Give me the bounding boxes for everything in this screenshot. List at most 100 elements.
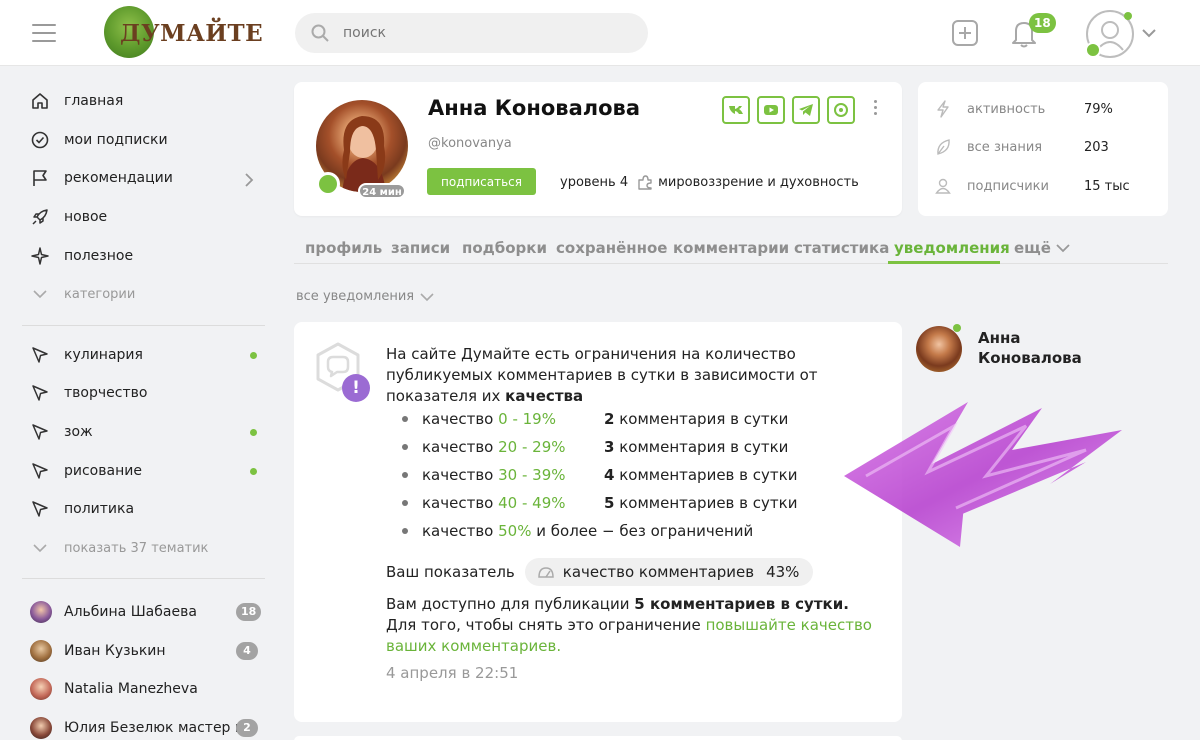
tab-notifications[interactable]: уведомления [894, 239, 1010, 257]
stats-card: активность 79% все знания 203 подписчики… [918, 82, 1168, 216]
chevron-down-icon [30, 538, 50, 558]
level-label: уровень 4 [560, 174, 629, 190]
notification-text: На сайте Думайте есть ограничения на кол… [386, 344, 876, 407]
notifications-filter[interactable]: все уведомления [296, 289, 434, 304]
flag-icon [30, 168, 50, 188]
user-avatar[interactable] [1085, 10, 1134, 58]
list-item: качество 40 - 49% 5 комментариев в сутки [386, 490, 806, 518]
stat-subscribers: подписчики 15 тыс [934, 174, 1154, 198]
tab-collections[interactable]: подборки [462, 239, 547, 257]
dzen-icon[interactable] [827, 96, 855, 124]
vk-icon[interactable] [722, 96, 750, 124]
cursor-arrow-icon [30, 422, 50, 442]
tab-more-label: ещё [1014, 239, 1051, 257]
stat-value: 15 тыс [1084, 178, 1130, 194]
sidebar-item-subscriptions[interactable]: мои подписки [30, 125, 168, 155]
tab-saved[interactable]: сохранённое [556, 239, 667, 257]
top-bar: ДУМАЙТЕ 18 [0, 0, 1200, 66]
search-bar[interactable] [295, 13, 648, 53]
sidebar-topic[interactable]: кулинария [30, 340, 143, 370]
online-dot [1124, 12, 1132, 20]
sidebar-item-label: мои подписки [64, 132, 168, 148]
puzzle-icon [638, 175, 652, 190]
notification-card: ! На сайте Думайте есть ограничения на к… [294, 322, 902, 722]
tab-statistics[interactable]: статистика [794, 239, 889, 257]
sidebar-topic[interactable]: зож [30, 417, 93, 447]
topic-new-dot [250, 468, 257, 475]
profile-tabs: профиль записи подборки сохранённое комм… [294, 230, 1168, 264]
social-links [722, 96, 862, 124]
sidebar: главная мои подписки рекомендации новое … [0, 66, 285, 740]
avatar [30, 640, 52, 662]
site-logo[interactable]: ДУМАЙТЕ [104, 6, 263, 60]
home-icon [30, 91, 50, 111]
stat-label: все знания [967, 139, 1043, 155]
topic-new-dot [250, 429, 257, 436]
list-item: качество 30 - 39% 4 комментариев в сутки [386, 462, 806, 490]
subscribe-button[interactable]: подписаться [427, 168, 536, 195]
sidebar-topic[interactable]: творчество [30, 378, 147, 408]
tab-posts[interactable]: записи [391, 239, 450, 257]
add-post-button[interactable] [952, 20, 978, 46]
online-time-badge: 24 мин [358, 183, 406, 199]
sidebar-person[interactable]: Юлия Безелюк мастер к... [30, 713, 257, 740]
notification-date: 4 апреля в 22:51 [386, 664, 519, 682]
chevron-down-icon[interactable] [1142, 28, 1156, 38]
comment-limit-icon: ! [310, 340, 370, 402]
user-icon [934, 178, 952, 194]
youtube-icon[interactable] [757, 96, 785, 124]
sidebar-item-label: рекомендации [64, 170, 173, 186]
tab-profile[interactable]: профиль [305, 239, 382, 257]
person-name: Альбина Шабаева [64, 604, 197, 620]
sidebar-item-useful[interactable]: полезное [30, 241, 133, 271]
sidebar-item-home[interactable]: главная [30, 86, 123, 116]
sparkle-icon [30, 246, 50, 266]
notifications-badge[interactable]: 18 [1029, 13, 1056, 33]
profile-card: 24 мин Анна Коновалова @konovanya подпис… [294, 82, 902, 216]
topic-label: политика [64, 501, 135, 517]
online-dot [953, 324, 961, 332]
sidebar-divider [22, 325, 265, 326]
categories-toggle[interactable]: категории [30, 279, 135, 309]
gauge-icon [538, 567, 554, 578]
menu-icon[interactable] [32, 24, 56, 42]
stat-value: 203 [1084, 139, 1109, 155]
rocket-icon [30, 207, 50, 227]
sidebar-topic[interactable]: политика [30, 494, 134, 524]
sidebar-item-label: главная [64, 93, 124, 109]
sidebar-topic[interactable]: рисование [30, 456, 142, 486]
chevron-down-icon [30, 284, 50, 304]
categories-label: категории [64, 286, 136, 302]
list-item: качество 50% и более − без ограничений [386, 518, 806, 546]
active-tab-indicator [888, 261, 1000, 264]
topic-label: зож [64, 424, 93, 440]
quality-score: Ваш показатель качество комментариев 43% [386, 558, 814, 586]
stat-activity: активность 79% [934, 97, 1154, 121]
sidebar-person[interactable]: Альбина Шабаева [30, 597, 197, 627]
next-notification-card [294, 736, 902, 740]
person-badge: 18 [236, 603, 262, 621]
more-options-icon[interactable] [874, 100, 878, 118]
tab-comments[interactable]: комментарии [673, 239, 789, 257]
sidebar-item-new[interactable]: новое [30, 202, 107, 232]
pointer-arrow-icon [844, 402, 1122, 547]
search-input[interactable] [343, 13, 633, 53]
category-label[interactable]: мировоззрение и духовность [658, 175, 859, 190]
chevron-down-icon [1056, 244, 1070, 253]
search-icon [311, 24, 329, 42]
author-block[interactable]: Анна Коновалова [916, 324, 1166, 374]
tab-more[interactable]: ещё [1014, 239, 1070, 257]
cursor-arrow-icon [30, 383, 50, 403]
sidebar-item-recommendations[interactable]: рекомендации [30, 163, 173, 193]
telegram-icon[interactable] [792, 96, 820, 124]
show-more-topics[interactable]: показать 37 тематик [30, 533, 208, 563]
sidebar-person[interactable]: Иван Кузькин [30, 636, 166, 666]
avatar [916, 326, 962, 372]
score-chip[interactable]: качество комментариев 43% [524, 558, 814, 586]
sidebar-person[interactable]: Natalia Manezheva [30, 674, 198, 704]
check-circle-icon [30, 130, 50, 150]
avatar [30, 601, 52, 623]
alert-icon: ! [342, 374, 370, 402]
person-badge: 4 [236, 642, 258, 660]
chevron-right-icon[interactable] [244, 173, 254, 187]
